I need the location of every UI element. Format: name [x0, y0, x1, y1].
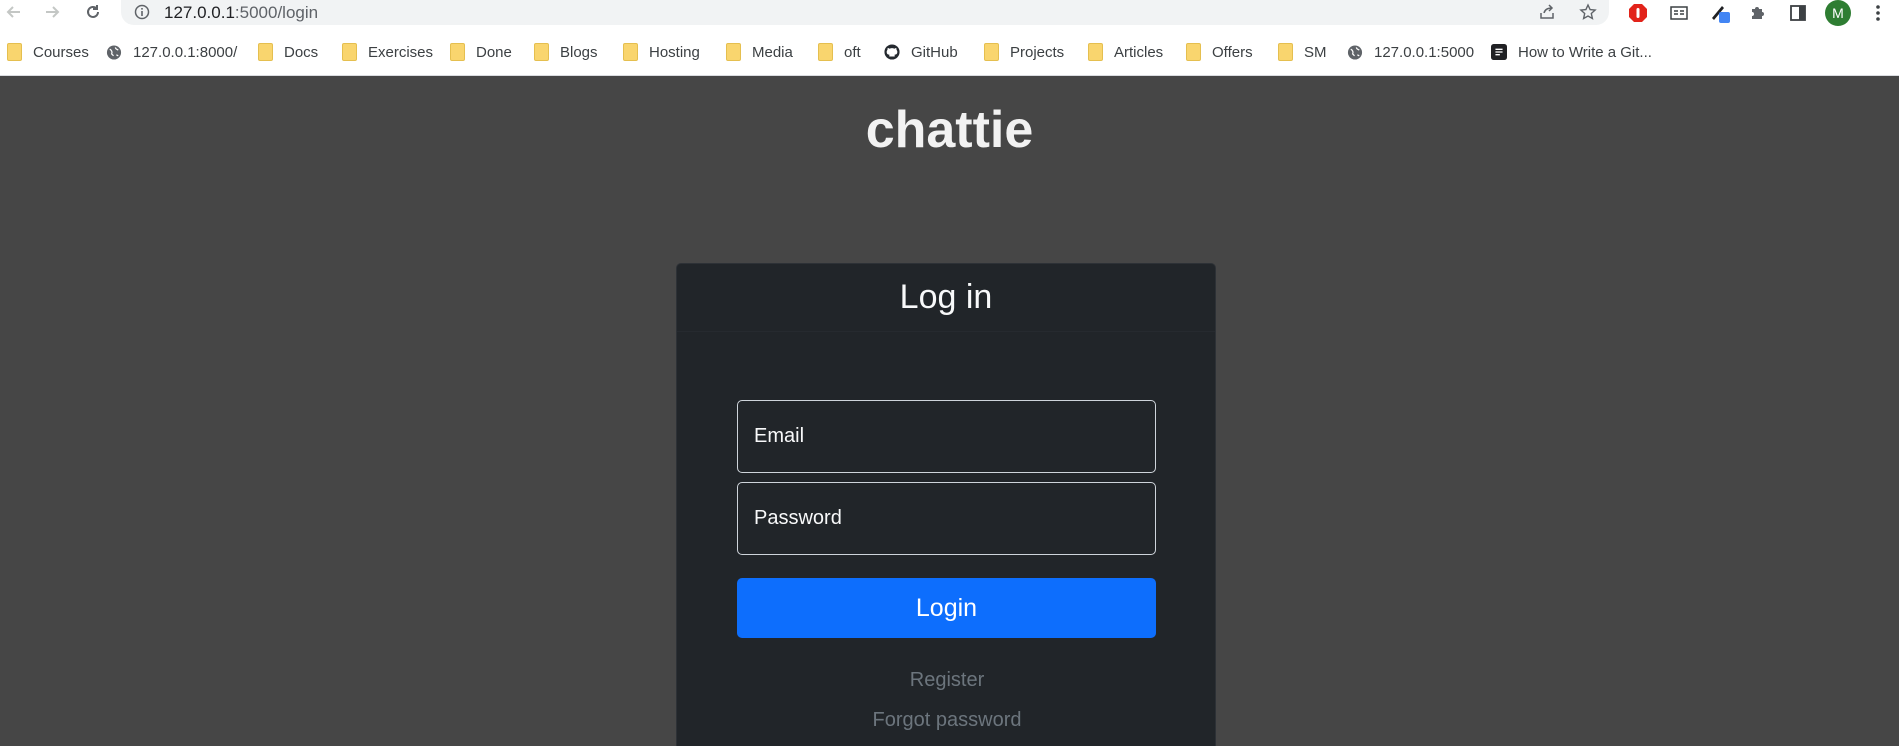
folder-icon	[983, 43, 999, 61]
globe-icon	[1347, 43, 1363, 61]
arrow-right-icon	[46, 6, 60, 18]
bookmark-item[interactable]: 127.0.0.1:5000	[1347, 41, 1474, 63]
folder-icon	[257, 43, 273, 61]
reader-extension-icon[interactable]	[1667, 1, 1691, 25]
bookmark-label: How to Write a Git...	[1518, 43, 1652, 61]
bookmark-label: Media	[752, 43, 793, 61]
bookmark-label: Projects	[1010, 43, 1065, 61]
doc-icon	[1491, 43, 1507, 61]
url-path: :5000/login	[234, 3, 319, 22]
card-title: Log in	[677, 264, 1215, 332]
bookmark-item[interactable]: Offers	[1185, 41, 1253, 63]
bookmarks-bar: Courses 127.0.0.1:8000/Docs Exercises Done B…	[0, 26, 1899, 76]
star-icon[interactable]	[1578, 2, 1598, 22]
address-bar[interactable]: 127.0.0.1:5000/login	[121, 0, 1609, 25]
info-icon[interactable]	[132, 2, 152, 22]
bookmark-label: Done	[476, 43, 512, 61]
url-text[interactable]: 127.0.0.1:5000/login	[164, 3, 318, 23]
globe-icon	[106, 43, 122, 61]
register-link[interactable]: Register	[677, 669, 1217, 692]
folder-icon	[622, 43, 638, 61]
bookmark-item[interactable]: How to Write a Git...	[1491, 41, 1652, 63]
login-page: chattie Log in Email Password Login Regi…	[0, 76, 1899, 746]
bookmark-item[interactable]: Done	[449, 41, 512, 63]
bookmark-item[interactable]: Media	[725, 41, 793, 63]
login-button[interactable]: Login	[737, 578, 1156, 638]
bookmark-label: GitHub	[911, 43, 958, 61]
folder-icon	[533, 43, 549, 61]
folder-icon	[449, 43, 465, 61]
bookmark-item[interactable]: Exercises	[341, 41, 433, 63]
bookmark-label: Hosting	[649, 43, 700, 61]
folder-icon	[817, 43, 833, 61]
email-placeholder: Email	[754, 425, 805, 447]
folder-icon	[1277, 43, 1293, 61]
bookmark-item[interactable]: Projects	[983, 41, 1064, 63]
url-host: 127.0.0.1	[164, 3, 235, 22]
adblock-extension-icon[interactable]	[1626, 1, 1650, 25]
folder-icon	[1185, 43, 1201, 61]
share-icon[interactable]	[1537, 2, 1557, 22]
forward-button[interactable]	[41, 1, 63, 23]
reload-icon	[87, 5, 99, 18]
folder-icon	[725, 43, 741, 61]
brand-title: chattie	[865, 101, 1034, 159]
forgot-password-link[interactable]: Forgot password	[677, 709, 1217, 732]
bookmark-label: Offers	[1212, 43, 1253, 61]
side-panel-icon[interactable]	[1786, 1, 1810, 25]
bookmark-label: Blogs	[560, 43, 598, 61]
login-card: Log in Email Password Login Register For…	[676, 263, 1216, 746]
more-menu-icon[interactable]	[1866, 1, 1890, 25]
avatar-initial: M	[1825, 0, 1851, 26]
folder-icon	[341, 43, 357, 61]
reload-button[interactable]	[82, 1, 104, 23]
bookmark-item[interactable]: Blogs	[533, 41, 598, 63]
back-button[interactable]	[3, 1, 25, 23]
folder-icon	[1087, 43, 1103, 61]
bookmark-item[interactable]: Hosting	[622, 41, 700, 63]
bookmark-item[interactable]: SM	[1277, 41, 1327, 63]
bookmark-label: SM	[1304, 43, 1327, 61]
bookmark-label: 127.0.0.1:8000/	[133, 43, 238, 61]
bookmark-item[interactable]: oft	[817, 41, 861, 63]
bookmark-label: Docs	[284, 43, 319, 61]
bookmark-item[interactable]: Courses	[6, 41, 89, 63]
bookmark-label: Articles	[1114, 43, 1164, 61]
extensions-puzzle-icon[interactable]	[1746, 1, 1770, 25]
password-field[interactable]: Password	[737, 482, 1156, 555]
arrow-left-icon	[6, 6, 20, 18]
eyedropper-extension-icon[interactable]	[1708, 1, 1732, 25]
browser-toolbar: 127.0.0.1:5000/login M	[0, 0, 1899, 26]
password-placeholder: Password	[754, 507, 842, 529]
bookmark-item[interactable]: 127.0.0.1:8000/	[106, 41, 237, 63]
profile-avatar[interactable]: M	[1825, 0, 1851, 26]
email-field[interactable]: Email	[737, 400, 1156, 473]
bookmark-item[interactable]: Docs	[257, 41, 318, 63]
bookmark-label: oft	[844, 43, 861, 61]
github-icon	[884, 43, 900, 61]
bookmark-item[interactable]: GitHub	[884, 41, 958, 63]
bookmark-label: 127.0.0.1:5000	[1374, 43, 1475, 61]
bookmark-label: Courses	[33, 43, 89, 61]
bookmark-label: Exercises	[368, 43, 434, 61]
folder-icon	[6, 43, 22, 61]
bookmark-item[interactable]: Articles	[1087, 41, 1163, 63]
